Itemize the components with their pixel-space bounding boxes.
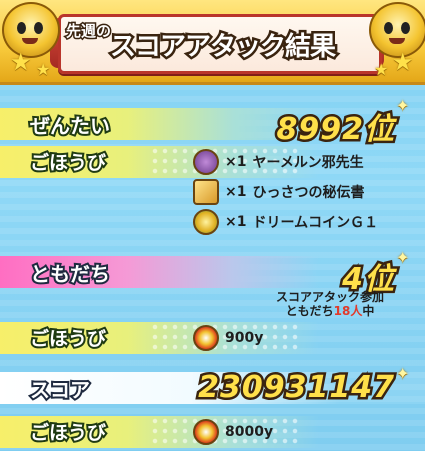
sparkle-icon: ✦ (396, 364, 410, 383)
score-label: スコア (28, 376, 92, 404)
money-bag-icon (193, 325, 219, 351)
friends-note: スコアアタック参加 ともだち18人中 (275, 290, 384, 318)
overall-label: ぜんたい (28, 112, 112, 140)
page-title: スコアアタック結果 (107, 30, 338, 65)
reward-item: ×1 ドリームコインＧ１ (193, 209, 378, 235)
score-rewards-label: ごほうび (28, 420, 108, 446)
sparkle-icon: ✦ (396, 96, 410, 115)
star-icon: ★ (392, 48, 414, 76)
star-icon: ★ (10, 48, 32, 76)
reward-item: ×1 ひっさつの秘伝書 (193, 179, 364, 205)
money-bag-icon (193, 419, 219, 445)
star-icon: ★ (36, 60, 51, 79)
gold-coin-icon (193, 209, 219, 235)
star-icon: ★ (374, 60, 389, 79)
sparkle-icon: ✦ (396, 248, 410, 267)
reward-item: 900y (193, 325, 263, 351)
reward-item: ×1 ヤーメルン邪先生 (193, 149, 364, 175)
scroll-book-icon (193, 179, 219, 205)
purple-yokai-icon (193, 149, 219, 175)
friends-rewards-label: ごほうび (28, 326, 108, 352)
overall-rank: 8992位 (274, 110, 396, 150)
header-prefix: 先週の (64, 21, 112, 42)
overall-rewards-label: ごほうび (28, 150, 108, 176)
score-value: 230931147 (196, 368, 397, 408)
friends-label: ともだち (28, 260, 112, 288)
reward-item: 8000y (193, 419, 273, 445)
